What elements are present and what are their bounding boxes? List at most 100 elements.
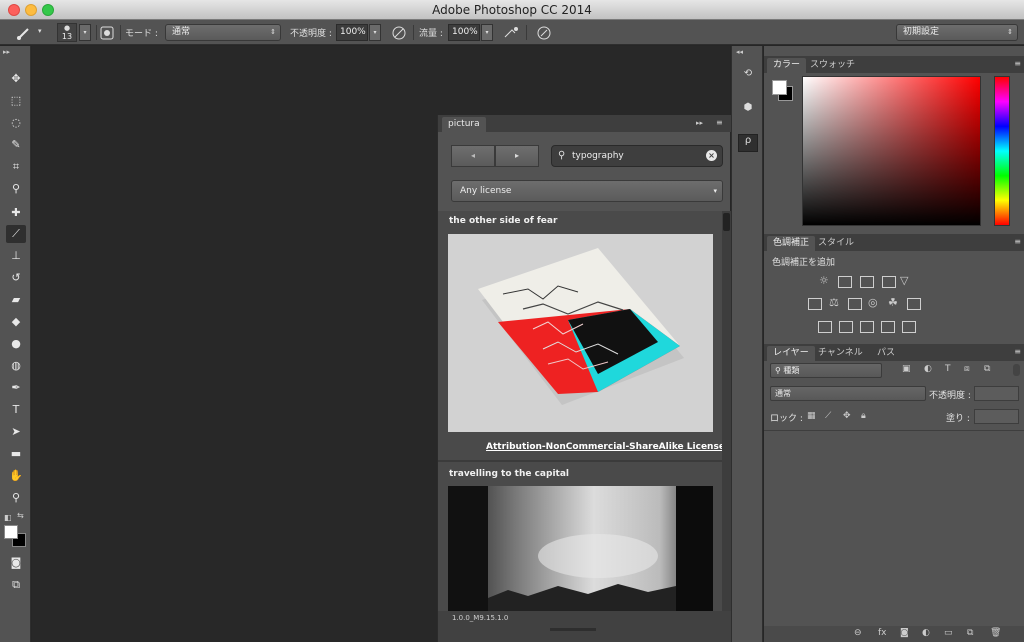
tool-preset-arrow-icon[interactable]: ▾ <box>38 27 42 35</box>
lock-all-icon[interactable]: 🔒︎ <box>861 411 866 421</box>
blend-mode-select[interactable]: 通常 <box>770 386 926 401</box>
new-adjustment-layer-icon[interactable]: ◐ <box>922 628 930 638</box>
blur-tool-icon[interactable]: ● <box>6 335 26 353</box>
channel-mixer-icon[interactable]: ☘ <box>888 296 898 309</box>
marquee-tool-icon[interactable]: ⬚ <box>6 92 26 110</box>
new-group-icon[interactable]: ▭ <box>944 628 953 638</box>
lock-transparent-icon[interactable]: ▦ <box>807 411 816 421</box>
results-scrollbar[interactable] <box>722 211 731 611</box>
color-field[interactable] <box>802 76 981 226</box>
lock-position-icon[interactable]: ✥ <box>843 411 851 421</box>
license-select[interactable]: Any license ▾ <box>451 180 723 202</box>
clear-search-icon[interactable]: × <box>706 150 717 161</box>
pictura-panel-icon[interactable]: ρ <box>738 134 758 152</box>
new-layer-icon[interactable]: ⧉ <box>967 628 973 638</box>
result-thumbnail[interactable] <box>448 234 713 432</box>
foreground-color-swatch[interactable] <box>4 525 18 539</box>
shape-tool-icon[interactable]: ▬ <box>6 445 26 463</box>
foreground-color-swatch[interactable] <box>772 80 787 95</box>
lock-pixels-icon[interactable]: ⟋ <box>825 411 831 421</box>
levels-icon[interactable] <box>838 276 852 288</box>
posterize-icon[interactable] <box>839 321 853 333</box>
brush-size-picker[interactable]: ● 13 <box>57 23 77 42</box>
airbrush-icon[interactable] <box>503 25 519 41</box>
filter-toggle[interactable] <box>1013 364 1020 376</box>
dodge-tool-icon[interactable]: ◍ <box>6 357 26 375</box>
tab-color[interactable]: カラー <box>767 58 807 73</box>
type-filter-icon[interactable]: T <box>945 364 951 374</box>
panel-menu-icon[interactable]: ≡ <box>1014 237 1021 246</box>
pressure-opacity-icon[interactable] <box>391 25 407 41</box>
link-layers-icon[interactable]: ⊖ <box>854 628 862 638</box>
path-select-tool-icon[interactable]: ➤ <box>6 423 26 441</box>
type-tool-icon[interactable]: T <box>6 401 26 419</box>
invert-icon[interactable] <box>818 321 832 333</box>
crop-tool-icon[interactable]: ⌗ <box>6 158 26 176</box>
exposure-icon[interactable] <box>882 276 896 288</box>
fill-input[interactable] <box>974 409 1019 424</box>
panel-menu-icon[interactable]: ≡ <box>716 118 723 127</box>
panel-menu-icon[interactable]: ≡ <box>1014 347 1021 356</box>
move-tool-icon[interactable]: ✥ <box>6 70 26 88</box>
back-button[interactable]: ◂ <box>451 145 495 167</box>
layers-list[interactable] <box>764 430 1024 626</box>
flow-slider-button[interactable]: ▾ <box>481 24 493 41</box>
results-list[interactable]: the other side of fear Attribution-NonCo… <box>438 211 725 611</box>
lasso-tool-icon[interactable]: ◌ <box>6 114 26 132</box>
hue-slider[interactable] <box>994 76 1010 226</box>
brush-panel-icon[interactable] <box>99 25 115 41</box>
hue-saturation-icon[interactable] <box>808 298 822 310</box>
pen-tool-icon[interactable]: ✒ <box>6 379 26 397</box>
brush-tool-icon[interactable]: ⟋ <box>6 225 26 243</box>
expand-arrows-icon[interactable]: ▸▸ <box>696 119 703 127</box>
curves-icon[interactable] <box>860 276 874 288</box>
forward-button[interactable]: ▸ <box>495 145 539 167</box>
flow-input[interactable]: 100% <box>448 24 480 41</box>
mode-select[interactable]: 通常 ⇕ <box>165 24 281 41</box>
selective-color-icon[interactable] <box>881 321 895 333</box>
black-white-icon[interactable] <box>848 298 862 310</box>
scrollbar-thumb[interactable] <box>723 213 730 231</box>
opacity-slider-button[interactable]: ▾ <box>369 24 381 41</box>
brush-tool-icon[interactable] <box>16 25 32 41</box>
photo-filter-icon[interactable]: ◎ <box>868 296 878 309</box>
tab-swatches[interactable]: スウォッチ <box>804 58 861 73</box>
eyedropper-tool-icon[interactable]: ⚲ <box>6 180 26 198</box>
pixel-filter-icon[interactable]: ▣ <box>902 364 911 374</box>
default-colors-icon[interactable]: ◧ <box>4 513 12 522</box>
smart-object-filter-icon[interactable]: ⧉ <box>984 364 990 374</box>
quick-mask-icon[interactable]: ◙ <box>6 554 26 572</box>
history-brush-tool-icon[interactable]: ↺ <box>6 269 26 287</box>
eraser-tool-icon[interactable]: ▰ <box>6 291 26 309</box>
hand-tool-icon[interactable]: ✋ <box>6 467 26 485</box>
tab-pictura[interactable]: pictura <box>442 117 486 132</box>
search-input[interactable]: ⚲ typography × <box>551 145 723 167</box>
brightness-icon[interactable]: ☼ <box>819 274 829 287</box>
collapse-arrows-icon[interactable]: ◂◂ <box>736 48 743 56</box>
collapse-arrows-icon[interactable]: ▸▸ <box>3 48 10 56</box>
gradient-map-icon[interactable] <box>902 321 916 333</box>
pressure-size-icon[interactable] <box>536 25 552 41</box>
result-thumbnail[interactable] <box>448 486 713 611</box>
zoom-tool-icon[interactable]: ⚲ <box>6 489 26 507</box>
color-balance-icon[interactable]: ⚖ <box>829 296 839 309</box>
adjustment-filter-icon[interactable]: ◐ <box>924 364 932 374</box>
fx-icon[interactable]: fx <box>878 628 887 638</box>
delete-layer-icon[interactable]: 🗑︎ <box>990 628 1001 638</box>
add-mask-icon[interactable]: ◙ <box>900 628 909 638</box>
layer-opacity-input[interactable] <box>974 386 1019 401</box>
quick-select-tool-icon[interactable]: ✎ <box>6 136 26 154</box>
tab-paths[interactable]: パス <box>871 346 901 361</box>
layer-filter-select[interactable]: ⚲ 種類 <box>770 363 882 378</box>
tab-adjustments[interactable]: 色調補正 <box>767 236 816 251</box>
opacity-input[interactable]: 100% <box>336 24 368 41</box>
healing-brush-tool-icon[interactable]: ✚ <box>6 204 26 222</box>
brush-picker-arrow[interactable]: ▾ <box>79 24 91 41</box>
minimize-window-button[interactable] <box>25 4 37 16</box>
vibrance-icon[interactable]: ▽ <box>900 274 908 287</box>
resize-grip-icon[interactable] <box>550 628 596 631</box>
tab-layers[interactable]: レイヤー <box>767 346 815 361</box>
license-link[interactable]: Attribution-NonCommercial-ShareAlike Lic… <box>486 442 725 452</box>
tab-channels[interactable]: チャンネル <box>812 346 869 361</box>
history-panel-icon[interactable]: ⟲ <box>739 68 757 84</box>
